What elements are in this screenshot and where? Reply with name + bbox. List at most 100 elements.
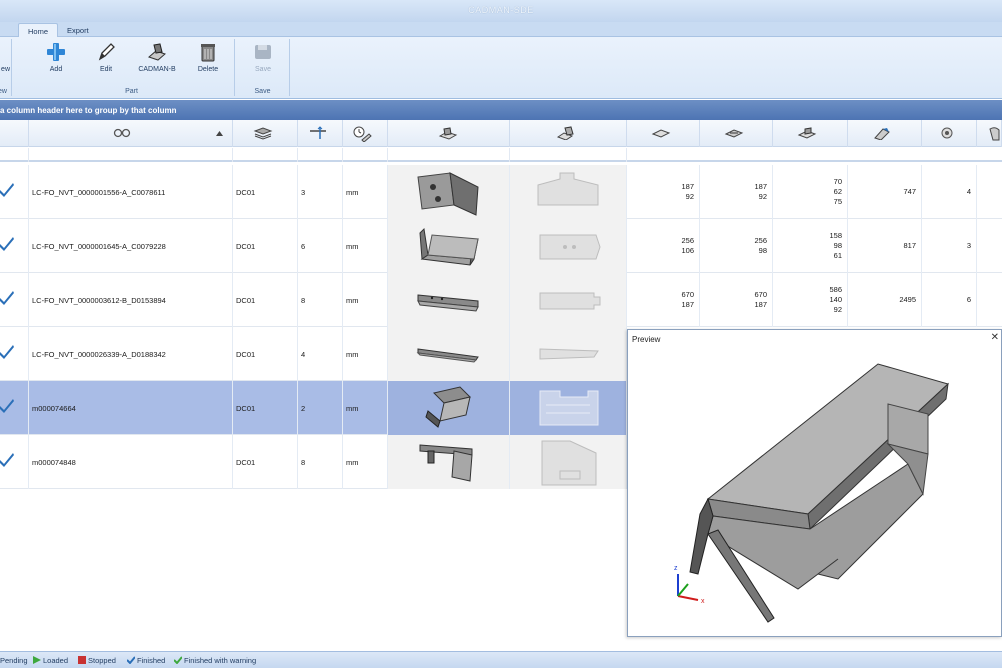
material-cell: DC01 <box>233 327 298 381</box>
axis-x-label: x <box>701 598 705 605</box>
tab-home[interactable]: Home <box>18 23 59 37</box>
part-thumbnail[interactable] <box>388 273 510 327</box>
header-name[interactable] <box>29 120 233 147</box>
name-cell: LC-FO_NVT_0000026339-A_D0188342 <box>29 327 233 381</box>
part-3d-image <box>419 444 473 482</box>
header-flat-image[interactable] <box>510 120 627 147</box>
filter-row[interactable] <box>0 148 1002 162</box>
flat-thumbnail[interactable] <box>510 435 627 489</box>
save-group-label: Save <box>254 88 271 95</box>
preview-3d-model[interactable]: z x <box>628 344 1001 634</box>
part-3d-image <box>416 348 479 363</box>
flat-size-icon <box>651 129 671 138</box>
flat-thumbnail[interactable] <box>510 165 627 219</box>
add-button-label: Add <box>49 66 63 73</box>
value-cell: 187 92 <box>627 165 700 219</box>
grid-header <box>0 120 1002 147</box>
view-button-label: ew <box>1 66 10 73</box>
thickness-cell: 8 <box>298 435 343 489</box>
cadman-b-button[interactable]: CADMAN-B <box>134 41 180 77</box>
part-thumbnail[interactable] <box>388 165 510 219</box>
header-status[interactable] <box>0 120 29 147</box>
save-button[interactable]: Save <box>240 41 286 77</box>
ribbon-tabs: Home Export <box>0 22 1002 37</box>
header-material[interactable] <box>233 120 298 147</box>
header-col-1[interactable] <box>627 120 700 147</box>
tab-export[interactable]: Export <box>58 23 98 37</box>
status-cell <box>0 435 29 489</box>
unit-cell: mm <box>343 327 388 381</box>
finished-check-icon <box>0 399 14 413</box>
value-cell: 4 <box>922 165 977 219</box>
header-part-image[interactable] <box>388 120 510 147</box>
header-unit[interactable] <box>343 120 388 147</box>
value-cell: 747 <box>848 165 922 219</box>
table-row[interactable]: LC-FO_NVT_0000001556-A_C0078611 DC01 3 m… <box>0 165 1002 219</box>
flat-pattern-image <box>539 390 599 426</box>
name-cell: LC-FO_NVT_0000001556-A_C0078611 <box>29 165 233 219</box>
value-cell: 187 92 <box>700 165 773 219</box>
flat-pattern-image <box>541 440 597 486</box>
part-thumbnail[interactable] <box>388 219 510 273</box>
save-button-label: Save <box>255 66 271 73</box>
play-icon <box>33 656 41 664</box>
legend-finished-warning: Finished with warning <box>174 656 256 665</box>
value-cell: 670 187 <box>627 273 700 327</box>
finished-check-icon <box>0 453 14 467</box>
thickness-cell: 2 <box>298 381 343 435</box>
preview-close-button[interactable]: ✕ <box>991 332 999 343</box>
view-group-label: ew <box>0 88 7 95</box>
table-row[interactable]: LC-FO_NVT_0000003612-B_D0153894 DC01 8 m… <box>0 273 1002 327</box>
header-col-4[interactable] <box>848 120 922 147</box>
part-3d-image <box>417 172 479 216</box>
header-thickness[interactable] <box>298 120 343 147</box>
legend-loaded: Loaded <box>33 656 68 665</box>
status-cell <box>0 165 29 219</box>
value-cell: 70 62 75 <box>773 165 848 219</box>
value-cell: 817 <box>848 219 922 273</box>
group-by-area[interactable]: a column header here to group by that co… <box>0 100 1002 120</box>
thickness-cell: 8 <box>298 273 343 327</box>
value-cell: 2495 <box>848 273 922 327</box>
title-bar: CADMAN-SDE <box>0 0 1002 22</box>
table-row[interactable]: LC-FO_NVT_0000001645-A_C0079228 DC01 6 m… <box>0 219 1002 273</box>
window-title: CADMAN-SDE <box>468 5 534 15</box>
header-col-2[interactable] <box>700 120 773 147</box>
value-cell: 3 <box>922 219 977 273</box>
view-button[interactable]: ew <box>0 41 10 77</box>
header-col-3[interactable] <box>773 120 848 147</box>
flat-thumbnail[interactable] <box>510 327 627 381</box>
unit-cell: mm <box>343 219 388 273</box>
flat-pattern-image <box>537 172 599 206</box>
flat-pattern-image <box>539 348 599 360</box>
unfold-icon <box>556 126 574 140</box>
part-thumbnail[interactable] <box>388 435 510 489</box>
flat-pattern-image <box>539 234 601 260</box>
status-cell <box>0 273 29 327</box>
part-thumbnail[interactable] <box>388 327 510 381</box>
header-col-6[interactable] <box>977 120 1002 147</box>
preview-title: Preview <box>632 335 661 344</box>
status-cell <box>0 381 29 435</box>
header-col-5[interactable] <box>922 120 977 147</box>
part-thumbnail[interactable] <box>388 381 510 435</box>
add-button[interactable]: Add <box>33 41 79 77</box>
unit-cell: mm <box>343 273 388 327</box>
flat-thumbnail[interactable] <box>510 381 627 435</box>
cadman-b-icon <box>148 43 166 61</box>
glasses-icon <box>113 128 131 138</box>
flat-thumbnail[interactable] <box>510 219 627 273</box>
unit-cell: mm <box>343 435 388 489</box>
thickness-icon <box>310 126 326 139</box>
edit-button[interactable]: Edit <box>83 41 129 77</box>
delete-button[interactable]: Delete <box>185 41 231 77</box>
sort-asc-icon[interactable] <box>216 131 223 136</box>
ribbon-group-view: ew ew <box>0 39 12 96</box>
flat-thumbnail[interactable] <box>510 273 627 327</box>
value-cell: 158 98 61 <box>773 219 848 273</box>
ribbon-group-part: Add Edit CADMAN-B Delete Part <box>29 39 235 96</box>
name-cell: m000074664 <box>29 381 233 435</box>
legend-finished: Finished <box>127 656 165 665</box>
preview-window[interactable]: Preview ✕ z x <box>627 329 1002 637</box>
thickness-cell: 3 <box>298 165 343 219</box>
